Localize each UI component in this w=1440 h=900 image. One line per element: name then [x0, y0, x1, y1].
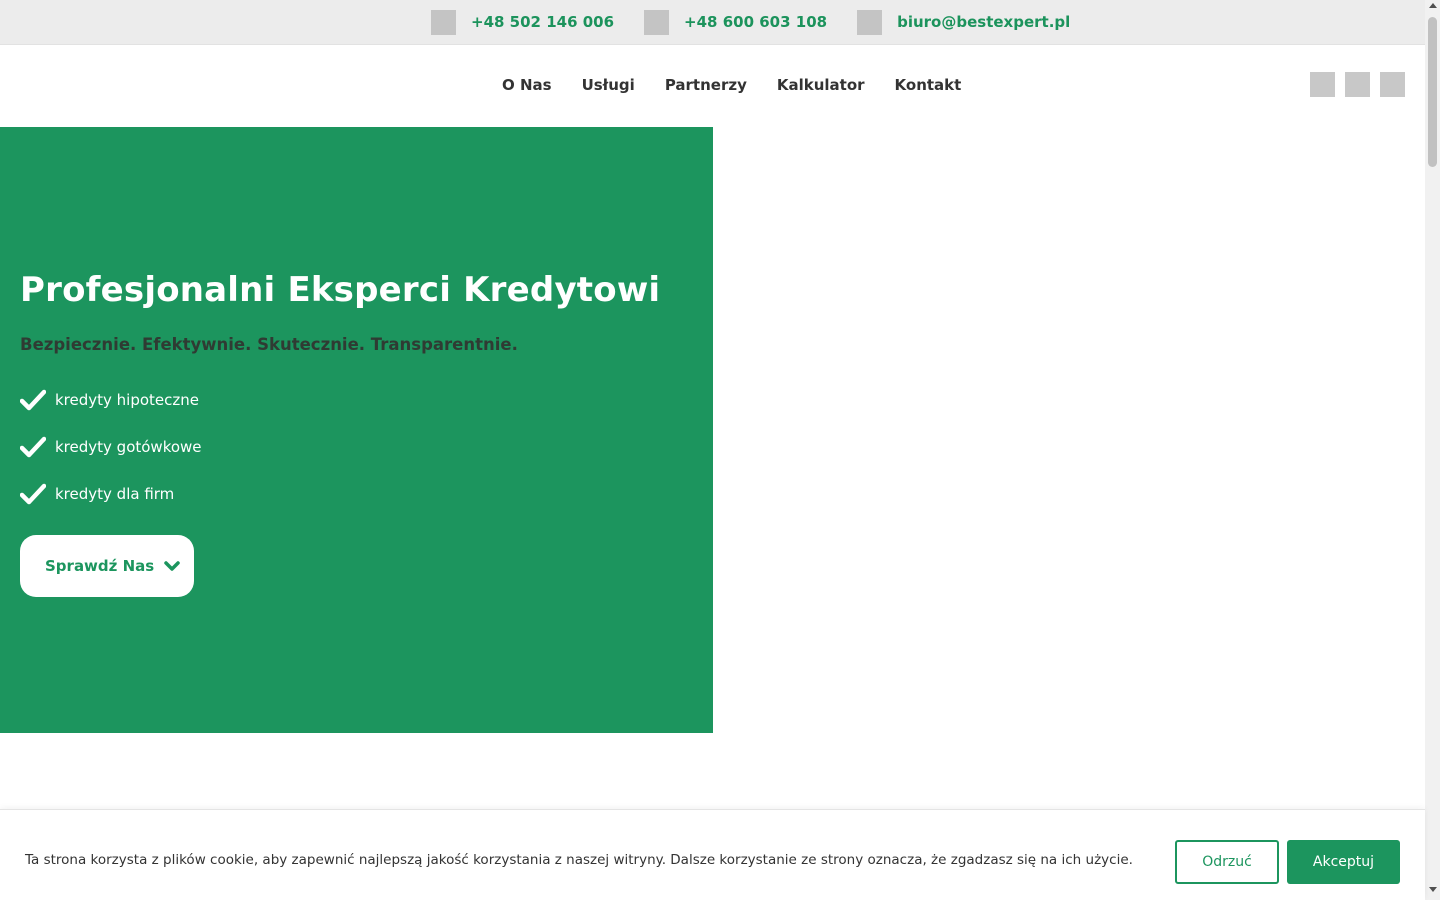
cookie-banner: Ta strona korzysta z plików cookie, aby …	[0, 809, 1425, 900]
nav-item-kalkulator[interactable]: Kalkulator	[777, 75, 865, 95]
check-icon	[20, 389, 46, 411]
scrollbar-thumb[interactable]	[1428, 17, 1437, 167]
feature-item: kredyty gotówkowe	[20, 432, 202, 462]
top-contact-bar: +48 502 146 006 +48 600 603 108 biuro@be…	[0, 0, 1425, 45]
social-icon-3[interactable]	[1380, 72, 1405, 97]
scrollbar[interactable]	[1425, 0, 1440, 900]
check-us-button[interactable]: Sprawdź Nas	[20, 535, 194, 597]
contact-list: +48 502 146 006 +48 600 603 108 biuro@be…	[431, 10, 1070, 35]
scroll-up-arrow-icon[interactable]	[1429, 3, 1437, 8]
phone-number-2: +48 600 603 108	[684, 13, 828, 31]
feature-label: kredyty gotówkowe	[55, 438, 202, 456]
cookie-message: Ta strona korzysta z plików cookie, aby …	[25, 852, 1133, 868]
social-icon-1[interactable]	[1310, 72, 1335, 97]
main-nav: O Nas Usługi Partnerzy Kalkulator Kontak…	[502, 75, 961, 95]
cookie-accept-button[interactable]: Akceptuj	[1287, 840, 1400, 884]
phone-icon	[431, 10, 456, 35]
feature-label: kredyty hipoteczne	[55, 391, 200, 409]
chevron-down-icon	[164, 561, 180, 571]
hero-title: Profesjonalni Eksperci Kredytowi	[20, 270, 661, 310]
cookie-reject-button[interactable]: Odrzuć	[1175, 840, 1279, 884]
phone-link-1[interactable]: +48 502 146 006	[431, 10, 614, 35]
email-address: biuro@bestexpert.pl	[897, 13, 1071, 31]
nav-item-uslugi[interactable]: Usługi	[582, 75, 635, 95]
nav-item-kontakt[interactable]: Kontakt	[895, 75, 962, 95]
feature-label: kredyty dla firm	[55, 485, 175, 503]
site-header: O Nas Usługi Partnerzy Kalkulator Kontak…	[0, 45, 1425, 127]
hero-subtitle: Bezpiecznie. Efektywnie. Skutecznie. Tra…	[20, 335, 518, 354]
nav-item-partnerzy[interactable]: Partnerzy	[665, 75, 747, 95]
feature-item: kredyty dla firm	[20, 479, 202, 509]
phone-icon	[644, 10, 670, 35]
email-link[interactable]: biuro@bestexpert.pl	[857, 10, 1070, 35]
hero-section: Profesjonalni Eksperci Kredytowi Bezpiec…	[0, 127, 713, 733]
email-icon	[857, 10, 883, 35]
phone-number-1: +48 502 146 006	[471, 13, 615, 31]
feature-list: kredyty hipoteczne kredyty gotówkowe kre…	[20, 385, 202, 526]
check-us-button-label: Sprawdź Nas	[45, 557, 155, 575]
nav-item-o-nas[interactable]: O Nas	[502, 75, 552, 95]
page: +48 502 146 006 +48 600 603 108 biuro@be…	[0, 0, 1440, 900]
social-icon-2[interactable]	[1345, 72, 1370, 97]
check-icon	[20, 483, 46, 505]
check-icon	[20, 436, 46, 458]
feature-item: kredyty hipoteczne	[20, 385, 202, 415]
scroll-down-arrow-icon[interactable]	[1429, 887, 1437, 892]
phone-link-2[interactable]: +48 600 603 108	[644, 10, 827, 35]
